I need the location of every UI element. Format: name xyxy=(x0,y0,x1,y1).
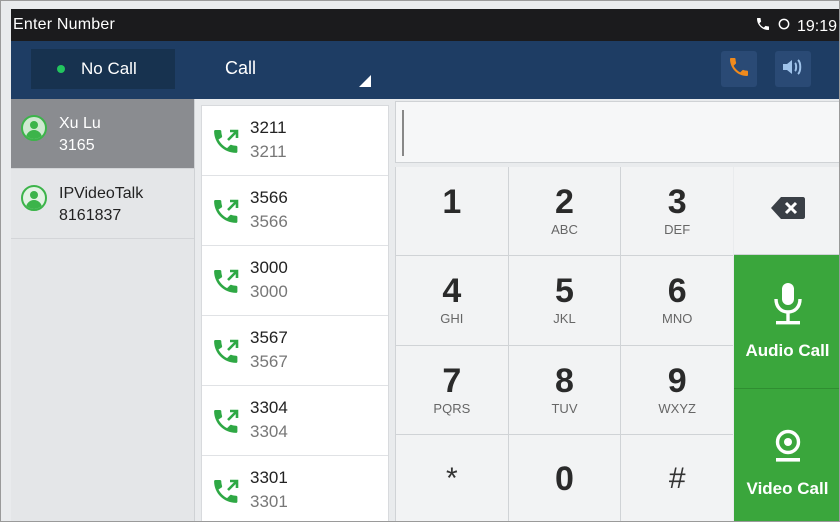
history-name: 3567 xyxy=(250,328,288,347)
key-digit: 7 xyxy=(442,361,462,400)
history-number: 3000 xyxy=(250,282,288,301)
key-digit: # xyxy=(668,461,686,495)
number-input[interactable] xyxy=(408,112,828,152)
contact-number: 3165 xyxy=(59,137,95,154)
history-number: 3566 xyxy=(250,212,288,231)
contact-name: Xu Lu xyxy=(59,115,101,132)
key-9[interactable]: 9 WXYZ xyxy=(621,345,733,434)
key-4[interactable]: 4 GHI xyxy=(396,256,508,345)
history-item[interactable]: 3000 3000 xyxy=(202,246,388,316)
key-digit: 8 xyxy=(555,361,574,400)
contact-number: 8161837 xyxy=(59,207,122,224)
history-name: 3304 xyxy=(250,398,288,417)
person-avatar-icon xyxy=(21,185,47,211)
phone-screen: Enter Number 19:19 No Call Call Xu Lu 31… xyxy=(0,0,840,522)
backspace-button[interactable] xyxy=(734,167,839,255)
text-caret xyxy=(402,110,404,156)
key-digit: 4 xyxy=(442,272,462,311)
phone-icon xyxy=(755,16,771,37)
key-letters: DEF xyxy=(664,222,691,238)
outgoing-call-icon xyxy=(210,476,242,508)
key-letters: GHI xyxy=(440,311,464,327)
action-column: Audio Call Video Call xyxy=(734,167,839,521)
call-mode-label: Call xyxy=(225,58,257,78)
key-letters: JKL xyxy=(553,311,576,327)
contact-sidebar: Xu Lu 3165 IPVideoTalk 8161837 xyxy=(11,99,195,521)
call-status-button[interactable]: No Call xyxy=(31,49,175,89)
key-7[interactable]: 7 PQRS xyxy=(396,345,508,434)
key-digit: 2 xyxy=(555,183,574,222)
key-letters: WXYZ xyxy=(658,400,696,416)
top-bar: No Call Call xyxy=(11,41,839,99)
call-button[interactable] xyxy=(721,51,757,87)
contact-item[interactable]: Xu Lu 3165 xyxy=(11,99,194,169)
contact-name: IPVideoTalk xyxy=(59,185,144,202)
key-letters: MNO xyxy=(661,311,693,327)
key-letters: PQRS xyxy=(433,400,471,416)
key-digit: * xyxy=(445,461,458,495)
status-time: 19:19 xyxy=(796,17,837,35)
history-number: 3211 xyxy=(250,142,287,161)
history-item[interactable]: 3211 3211 xyxy=(202,106,388,176)
history-name: 3000 xyxy=(250,258,288,277)
person-avatar-icon xyxy=(21,115,47,141)
key-3[interactable]: 3 DEF xyxy=(621,167,733,256)
key-hash[interactable]: # xyxy=(621,434,733,521)
call-mode-dropdown[interactable]: Call xyxy=(199,49,383,89)
call-history-list: 3211 3211 3566 3566 3000 3000 3567 3567 … xyxy=(201,105,389,521)
number-input-box xyxy=(395,101,839,163)
outgoing-call-icon xyxy=(210,406,242,438)
outgoing-call-icon xyxy=(210,266,242,298)
history-item[interactable]: 3304 3304 xyxy=(202,386,388,456)
status-bar: Enter Number 19:19 xyxy=(11,9,839,41)
key-8[interactable]: 8 TUV xyxy=(508,345,621,434)
dial-keypad: 1 2 ABC 3 DEF 4 GHI 5 JKL 6 MNO 7 PQRS 8 TUV 9W… xyxy=(395,167,733,521)
audio-call-label: Audio Call xyxy=(745,341,830,360)
status-indicators: 19:19 xyxy=(755,16,837,37)
key-star[interactable]: * xyxy=(396,434,508,521)
key-letters: ABC xyxy=(551,222,578,238)
key-digit: 0 xyxy=(555,459,574,498)
video-call-label: Video Call xyxy=(746,479,829,498)
outgoing-call-icon xyxy=(210,196,242,228)
key-digit: 1 xyxy=(442,183,462,222)
key-5[interactable]: 5 JKL xyxy=(508,256,621,345)
key-digit: 6 xyxy=(667,272,687,311)
key-1[interactable]: 1 xyxy=(396,167,508,256)
phone-icon xyxy=(727,55,751,84)
history-item[interactable]: 3567 3567 xyxy=(202,316,388,386)
dropdown-corner-icon xyxy=(359,75,371,87)
key-digit: 3 xyxy=(667,183,687,222)
backspace-icon xyxy=(769,195,807,226)
history-name: 3301 xyxy=(250,468,288,487)
status-dot xyxy=(57,65,65,73)
speaker-icon xyxy=(780,55,806,84)
key-digit: 9 xyxy=(667,361,687,400)
status-title: Enter Number xyxy=(13,16,115,33)
history-item[interactable]: 3301 3301 xyxy=(202,456,388,521)
video-call-button[interactable]: Video Call xyxy=(734,389,839,521)
key-2[interactable]: 2 ABC xyxy=(508,167,621,256)
outgoing-call-icon xyxy=(210,336,242,368)
key-6[interactable]: 6 MNO xyxy=(621,256,733,345)
audio-call-button[interactable]: Audio Call xyxy=(734,255,839,389)
key-letters: TUV xyxy=(551,400,578,416)
sync-icon xyxy=(777,17,791,36)
key-0[interactable]: 0 xyxy=(508,434,621,521)
history-name: 3211 xyxy=(250,118,287,137)
history-number: 3304 xyxy=(250,422,288,441)
speaker-button[interactable] xyxy=(775,51,811,87)
key-digit: 5 xyxy=(555,272,574,311)
contact-item[interactable]: IPVideoTalk 8161837 xyxy=(11,169,194,239)
history-number: 3301 xyxy=(250,492,288,511)
history-name: 3566 xyxy=(250,188,288,207)
history-item[interactable]: 3566 3566 xyxy=(202,176,388,246)
outgoing-call-icon xyxy=(210,126,242,158)
call-status-label: No Call xyxy=(81,59,137,78)
history-number: 3567 xyxy=(250,352,288,371)
